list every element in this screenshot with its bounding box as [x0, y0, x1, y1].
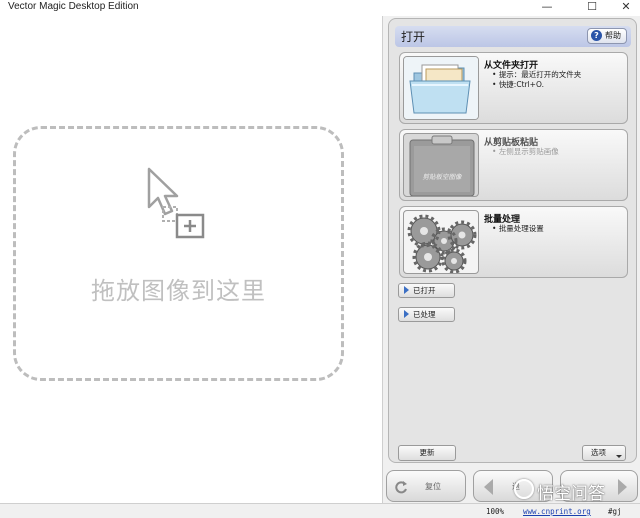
help-button[interactable]: ? 帮助 — [587, 28, 627, 44]
card-bullets: 提示：最近打开的文件夹 快捷:Ctrl+O. — [492, 70, 582, 90]
play-arrow-icon — [404, 286, 409, 294]
card-bullet: 快捷:Ctrl+O. — [492, 80, 581, 90]
watermark-logo-icon — [514, 479, 534, 499]
update-button[interactable]: 更新 — [398, 445, 456, 461]
website-link[interactable]: www.cnprint.org — [523, 507, 591, 516]
window-title: Vector Magic Desktop Edition — [8, 1, 139, 12]
opened-label: 已打开 — [413, 286, 436, 295]
panel-header: 打开 ? 帮助 — [395, 26, 631, 47]
status-bar: 100% www.cnprint.org #gj — [0, 503, 640, 518]
gears-icon — [403, 210, 479, 274]
panel-title: 打开 — [401, 30, 426, 44]
chevron-down-icon — [616, 455, 622, 458]
card-bullets: 批量处理设置 — [492, 224, 544, 234]
status-tag: #gj — [608, 507, 622, 516]
folder-icon — [403, 56, 479, 120]
reset-label: 复位 — [425, 482, 441, 491]
open-from-folder-card[interactable]: 从文件夹打开 提示：最近打开的文件夹 快捷:Ctrl+O. — [399, 52, 628, 124]
drop-hint-text: 拖放图像到这里 — [91, 277, 266, 305]
options-label: 选项 — [591, 448, 606, 457]
clipboard-icon: 剪贴板空图像 — [403, 133, 479, 197]
reset-icon — [395, 481, 407, 494]
options-dropdown[interactable]: 选项 — [582, 445, 626, 461]
play-arrow-icon — [404, 310, 409, 318]
help-label: 帮助 — [605, 31, 621, 40]
card-bullets: 左侧显示剪贴画像 — [492, 147, 559, 157]
title-bar: Vector Magic Desktop Edition — ☐ ✕ — [0, 0, 640, 16]
card-bullet: 左侧显示剪贴画像 — [492, 147, 559, 157]
minimize-button[interactable]: — — [535, 0, 559, 14]
maximize-button[interactable]: ☐ — [580, 0, 604, 14]
close-button[interactable]: ✕ — [614, 0, 638, 14]
watermark-text: 悟空问答 — [537, 484, 605, 504]
drop-zone[interactable] — [13, 126, 344, 381]
processed-label: 已处理 — [413, 310, 436, 319]
question-icon: ? — [591, 30, 602, 41]
reset-button[interactable]: 复位 — [386, 470, 466, 502]
processed-list-button[interactable]: 已处理 — [398, 307, 455, 322]
batch-processing-card[interactable]: 批量处理 批量处理设置 — [399, 206, 628, 278]
clipboard-empty-label: 剪贴板空图像 — [422, 173, 462, 181]
card-bullet: 提示：最近打开的文件夹 — [492, 70, 582, 80]
back-arrow-icon — [484, 479, 493, 495]
zoom-level: 100% — [486, 507, 505, 516]
watermark: 悟空问答 — [514, 479, 638, 504]
card-bullet: 批量处理设置 — [492, 224, 544, 234]
open-panel: 打开 ?帮助 从文件夹打开 提示：最近打开的文件夹 快捷:Ctrl+O — [388, 18, 637, 463]
side-panel: 打开 ?帮助 从文件夹打开 提示：最近打开的文件夹 快捷:Ctrl+O — [382, 16, 640, 503]
paste-from-clipboard-card[interactable]: 剪贴板空图像 从剪贴板粘贴 左侧显示剪贴画像 — [399, 129, 628, 201]
drop-cursor-icon — [147, 167, 205, 239]
opened-list-button[interactable]: 已打开 — [398, 283, 455, 298]
